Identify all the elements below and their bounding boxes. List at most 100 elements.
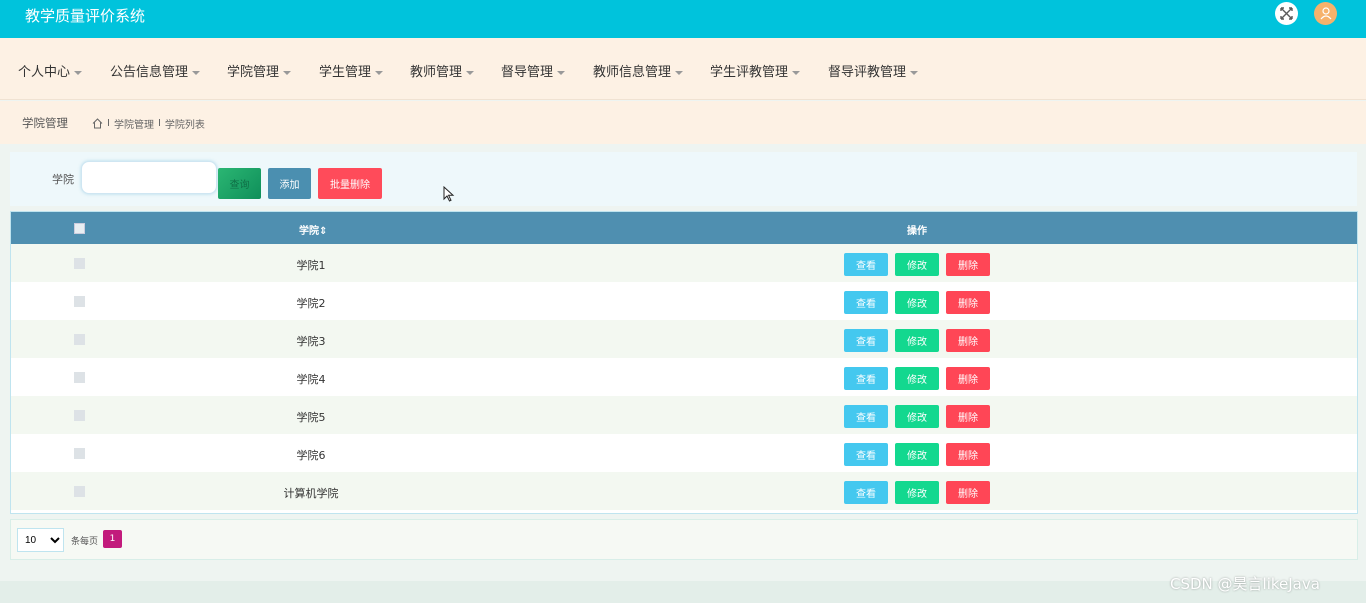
search-label: 学院 (52, 173, 74, 186)
nav-item-teacher-management[interactable]: 教师管理 (410, 61, 475, 80)
row-checkbox[interactable] (74, 486, 85, 497)
sort-icon[interactable]: ⇕ (319, 226, 327, 237)
nav-item-label: 教师管理 (410, 65, 463, 80)
column-header-label: 学院 (299, 226, 319, 237)
table-row: 学院6 查看 修改 删除 (11, 434, 1357, 472)
college-name: 学院3 (296, 335, 326, 348)
college-search-input[interactable] (81, 161, 217, 194)
table-row: 计算机学院 查看 修改 删除 (11, 472, 1357, 510)
main-nav: 个人中心 公告信息管理 学院管理 学生管理 教师管理 督导管理 教师信息管理 学… (0, 38, 1366, 100)
caret-down-icon (74, 70, 83, 75)
college-name: 学院5 (296, 411, 326, 424)
search-button[interactable]: 查询 (218, 168, 261, 199)
app-title: 教学质量评价系统 (25, 7, 146, 25)
nav-item-label: 督导管理 (501, 65, 554, 80)
nav-item-label: 学院管理 (227, 65, 280, 80)
breadcrumb-separator: I (157, 118, 161, 129)
page-button-current[interactable]: 1 (103, 530, 122, 548)
nav-item-teacher-info-management[interactable]: 教师信息管理 (593, 61, 684, 80)
row-checkbox[interactable] (74, 258, 85, 269)
table-row: 学院3 查看 修改 删除 (11, 320, 1357, 358)
view-button[interactable]: 查看 (844, 481, 888, 504)
delete-button[interactable]: 删除 (946, 405, 990, 428)
row-checkbox[interactable] (74, 410, 85, 421)
home-icon[interactable] (92, 118, 103, 129)
view-button[interactable]: 查看 (844, 405, 888, 428)
nav-item-college-management[interactable]: 学院管理 (227, 61, 292, 80)
nav-item-notice-management[interactable]: 公告信息管理 (110, 61, 201, 80)
college-name: 学院4 (296, 373, 326, 386)
column-header-actions: 操作 (907, 226, 927, 237)
pagination: 10 条每页 1 (10, 519, 1358, 560)
view-button[interactable]: 查看 (844, 291, 888, 314)
column-header-college[interactable]: 学院⇕ (299, 222, 327, 237)
edit-button[interactable]: 修改 (895, 367, 939, 390)
delete-button[interactable]: 删除 (946, 329, 990, 352)
fullscreen-icon[interactable] (1275, 2, 1298, 25)
edit-button[interactable]: 修改 (895, 481, 939, 504)
delete-button[interactable]: 删除 (946, 443, 990, 466)
row-checkbox[interactable] (74, 448, 85, 459)
batch-delete-button[interactable]: 批量删除 (318, 168, 382, 199)
table-row: 学院2 查看 修改 删除 (11, 282, 1357, 320)
view-button[interactable]: 查看 (844, 253, 888, 276)
college-name: 计算机学院 (283, 487, 339, 500)
caret-down-icon (557, 70, 566, 75)
caret-down-icon (192, 70, 201, 75)
breadcrumb-bar: 学院管理 I 学院管理 I 学院列表 (0, 101, 1366, 144)
delete-button[interactable]: 删除 (946, 367, 990, 390)
edit-button[interactable]: 修改 (895, 253, 939, 276)
page-size-select[interactable]: 10 (17, 528, 64, 552)
breadcrumb-item-college-management[interactable]: 学院管理 (114, 116, 154, 131)
nav-item-label: 教师信息管理 (593, 65, 672, 80)
row-checkbox[interactable] (74, 296, 85, 307)
caret-down-icon (675, 70, 684, 75)
nav-item-student-evaluation-management[interactable]: 学生评教管理 (710, 61, 801, 80)
college-name: 学院6 (296, 449, 326, 462)
edit-button[interactable]: 修改 (895, 443, 939, 466)
caret-down-icon (792, 70, 801, 75)
nav-item-student-management[interactable]: 学生管理 (319, 61, 384, 80)
user-icon[interactable] (1314, 2, 1337, 25)
breadcrumb-separator: I (107, 118, 110, 129)
nav-item-personal-center[interactable]: 个人中心 (18, 61, 83, 80)
view-button[interactable]: 查看 (844, 443, 888, 466)
delete-button[interactable]: 删除 (946, 481, 990, 504)
mouse-cursor-icon (443, 186, 455, 202)
edit-button[interactable]: 修改 (895, 291, 939, 314)
watermark: CSDN @昊言likeJava (1170, 575, 1320, 593)
caret-down-icon (466, 70, 475, 75)
row-checkbox[interactable] (74, 372, 85, 383)
nav-item-label: 个人中心 (18, 65, 71, 80)
view-button[interactable]: 查看 (844, 367, 888, 390)
delete-button[interactable]: 删除 (946, 291, 990, 314)
search-bar: 学院 查询 添加 批量删除 (10, 152, 1357, 206)
caret-down-icon (910, 70, 919, 75)
edit-button[interactable]: 修改 (895, 329, 939, 352)
delete-button[interactable]: 删除 (946, 253, 990, 276)
nav-item-supervisor-management[interactable]: 督导管理 (501, 61, 566, 80)
top-bar: 教学质量评价系统 (0, 0, 1366, 38)
nav-item-label: 学生评教管理 (710, 65, 789, 80)
select-all-checkbox[interactable] (74, 223, 85, 234)
table-row: 学院1 查看 修改 删除 (11, 244, 1357, 282)
row-checkbox[interactable] (74, 334, 85, 345)
college-table: 学院⇕ 操作 学院1 查看 修改 删除 学院2 查看 修改 删除 学院3 查看 … (10, 211, 1358, 514)
nav-item-label: 公告信息管理 (110, 65, 189, 80)
table-row: 学院4 查看 修改 删除 (11, 358, 1357, 396)
footer-strip (0, 581, 1366, 603)
caret-down-icon (283, 70, 292, 75)
view-button[interactable]: 查看 (844, 329, 888, 352)
table-row: 学院5 查看 修改 删除 (11, 396, 1357, 434)
add-button[interactable]: 添加 (268, 168, 311, 199)
breadcrumb: I 学院管理 I 学院列表 (92, 116, 205, 131)
caret-down-icon (375, 70, 384, 75)
breadcrumb-item-college-list: 学院列表 (164, 120, 205, 131)
college-name: 学院2 (296, 297, 326, 310)
table-header: 学院⇕ 操作 (11, 212, 1357, 244)
nav-item-label: 学生管理 (319, 65, 372, 80)
nav-item-supervisor-evaluation-management[interactable]: 督导评教管理 (828, 61, 919, 80)
nav-item-label: 督导评教管理 (828, 65, 907, 80)
edit-button[interactable]: 修改 (895, 405, 939, 428)
college-name: 学院1 (296, 259, 326, 272)
